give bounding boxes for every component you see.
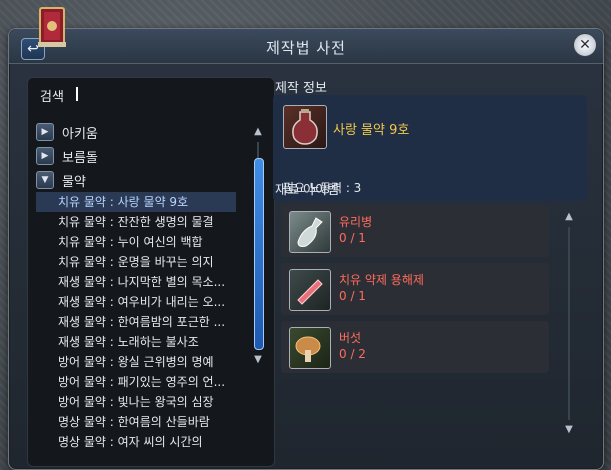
- category-row[interactable]: ▶ 아키움: [36, 120, 236, 144]
- material-row[interactable]: 치유 약제 용해제 0 / 1: [281, 263, 549, 315]
- scroll-thumb[interactable]: [254, 158, 264, 350]
- scroll-down-icon[interactable]: ▼: [253, 354, 263, 366]
- category-row[interactable]: ▶ 보름돌: [36, 144, 236, 168]
- category-label: 물약: [62, 174, 86, 190]
- material-name: 버섯: [339, 331, 362, 345]
- craft-info-title: 제작 정보: [275, 81, 327, 96]
- love-potion-icon[interactable]: [283, 105, 327, 149]
- recipe-list-scrollbar[interactable]: ▲ ▼: [253, 126, 264, 366]
- recipe-item[interactable]: 명상 물약 : 한여름의 산들바람: [36, 412, 236, 432]
- window-title: 제작법 사전: [266, 39, 346, 57]
- recipe-item[interactable]: 치유 물약 : 운명을 바꾸는 의지: [36, 252, 236, 272]
- mushroom-icon: [289, 327, 331, 369]
- recipe-item[interactable]: 방어 물약 : 왕실 근위병의 명예: [36, 352, 236, 372]
- materials-scrollbar[interactable]: ▲ ▼: [564, 211, 574, 436]
- recipe-tree: ▶ 아키움 ▶ 보름돌 ▼ 물약치유 물약 : 사랑 물약 9호 치유 물약 : 잔잔한 생…: [36, 120, 236, 452]
- glass-bottle-icon: [289, 211, 331, 253]
- book-icon: [34, 6, 70, 50]
- material-name: 치유 약제 용해제: [339, 273, 424, 287]
- close-button[interactable]: ✕: [573, 33, 597, 57]
- recipe-item[interactable]: 방어 물약 : 빛나는 왕국의 심장: [36, 392, 236, 412]
- materials-title: 재료 아이템: [275, 183, 339, 198]
- scroll-up-icon[interactable]: ▲: [564, 211, 574, 223]
- craft-item-name: 사랑 물약 9호: [333, 123, 410, 138]
- material-row[interactable]: 유리병 0 / 1: [281, 205, 549, 257]
- recipe-item[interactable]: 치유 물약 : 잔잔한 생명의 물결: [36, 212, 236, 232]
- recipe-dictionary-window: ↩ 제작법 사전 ✕ 검색 ▶ 아키움 ▶ 보름돌 ▼ 물약치유 물약 : 사랑 물약 9…: [8, 28, 604, 470]
- category-label: 아키움: [62, 126, 98, 142]
- recipe-item[interactable]: 치유 물약 : 누이 여신의 백합: [36, 232, 236, 252]
- recipe-item[interactable]: 명상 물약 : 여자 씨의 시간의: [36, 432, 236, 452]
- recipe-item[interactable]: 재생 물약 : 한여름밤의 포근한 ...: [36, 312, 236, 332]
- scroll-up-icon[interactable]: ▲: [253, 126, 263, 138]
- triangle-down-icon[interactable]: ▼: [36, 171, 54, 189]
- material-row[interactable]: 버섯 0 / 2: [281, 321, 549, 373]
- recipe-item[interactable]: 재생 물약 : 나지막한 별의 목소...: [36, 272, 236, 292]
- text-caret: [76, 87, 78, 101]
- recipe-item[interactable]: 치유 물약 : 사랑 물약 9호: [36, 192, 236, 212]
- recipe-item[interactable]: 방어 물약 : 패기있는 영주의 언...: [36, 372, 236, 392]
- title-bar[interactable]: ↩ 제작법 사전 ✕: [9, 29, 603, 64]
- recipe-item[interactable]: 재생 물약 : 여우비가 내리는 오...: [36, 292, 236, 312]
- recipe-list-panel: 검색 ▶ 아키움 ▶ 보름돌 ▼ 물약치유 물약 : 사랑 물약 9호 치유 물약 : 잔잔…: [27, 77, 275, 467]
- material-count: 0 / 1: [339, 231, 366, 245]
- search-input[interactable]: [76, 85, 260, 105]
- healing-solvent-icon: [289, 269, 331, 311]
- material-name: 유리병: [339, 215, 373, 229]
- search-label: 검색: [40, 90, 64, 105]
- scroll-track[interactable]: [568, 227, 570, 420]
- category-row[interactable]: ▼ 물약: [36, 168, 236, 192]
- material-count: 0 / 2: [339, 347, 366, 361]
- materials-list: 유리병 0 / 1 치유 약제 용해제 0 / 1 버섯 0 / 2: [273, 201, 559, 391]
- scroll-down-icon[interactable]: ▼: [564, 424, 574, 436]
- recipe-item[interactable]: 재생 물약 : 노래하는 불사조: [36, 332, 236, 352]
- triangle-right-icon[interactable]: ▶: [36, 147, 54, 165]
- triangle-right-icon[interactable]: ▶: [36, 123, 54, 141]
- material-count: 0 / 1: [339, 289, 366, 303]
- category-label: 보름돌: [62, 150, 98, 166]
